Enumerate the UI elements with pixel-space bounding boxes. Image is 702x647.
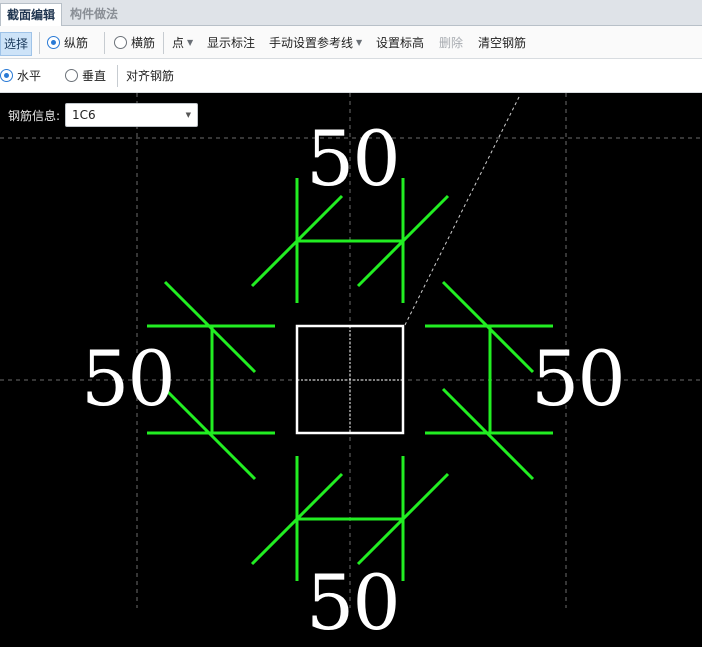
dimension-top: 50 xyxy=(306,114,401,203)
transverse-label: 横筋 xyxy=(131,36,156,50)
radio-checked-icon xyxy=(47,36,60,49)
horizontal-label: 水平 xyxy=(17,69,42,83)
radio-checked-icon xyxy=(0,69,13,82)
main-toolbar: 选择 纵筋 横筋 点 ▼ 显示标注 手动设置参考线 ▼ 设置标高 删除 清空钢筋 xyxy=(0,26,702,59)
longitudinal-label: 纵筋 xyxy=(64,36,89,50)
show-dims-button[interactable]: 显示标注 xyxy=(207,34,255,52)
radio-unchecked-icon xyxy=(65,69,78,82)
rebar-info-value: 1C6 xyxy=(72,108,96,122)
sub-toolbar: 水平 垂直 对齐钢筋 xyxy=(0,59,702,93)
tab-component-method[interactable]: 构件做法 xyxy=(64,3,124,25)
vertical-radio[interactable]: 垂直 xyxy=(65,67,106,85)
chevron-down-icon: ▼ xyxy=(187,38,194,47)
delete-button[interactable]: 删除 xyxy=(439,34,463,52)
rebar-info-label: 钢筋信息: xyxy=(8,109,61,123)
align-rebar-button[interactable]: 对齐钢筋 xyxy=(126,67,174,85)
rebar-info-select[interactable]: 1C6 ▼ xyxy=(65,103,198,127)
select-button[interactable]: 选择 xyxy=(0,32,33,56)
chevron-down-icon: ▼ xyxy=(356,38,363,47)
toolbar-separator xyxy=(163,32,164,54)
manual-ref-label: 手动设置参考线 xyxy=(269,36,354,50)
toolbar-separator xyxy=(117,65,118,87)
tab-section-edit[interactable]: 截面编辑 xyxy=(0,3,63,26)
horizontal-radio[interactable]: 水平 xyxy=(0,67,41,85)
point-dropdown[interactable]: 点 ▼ xyxy=(172,34,193,52)
toolbar-separator xyxy=(39,32,40,54)
radio-unchecked-icon xyxy=(114,36,127,49)
drawing-canvas[interactable]: 钢筋信息: 1C6 ▼ 50 50 50 50 xyxy=(0,93,702,641)
longitudinal-radio[interactable]: 纵筋 xyxy=(47,34,88,52)
manual-ref-dropdown[interactable]: 手动设置参考线 ▼ xyxy=(269,34,362,52)
point-label: 点 xyxy=(172,36,185,50)
tab-bar: 截面编辑 构件做法 xyxy=(0,0,702,26)
diagonal-reference-line xyxy=(404,94,521,326)
vertical-label: 垂直 xyxy=(82,69,107,83)
set-elevation-button[interactable]: 设置标高 xyxy=(376,34,424,52)
dimension-right: 50 xyxy=(531,334,626,423)
chevron-down-icon: ▼ xyxy=(185,111,191,119)
toolbar-separator xyxy=(104,32,105,54)
clear-rebar-button[interactable]: 清空钢筋 xyxy=(478,34,526,52)
dimension-bottom: 50 xyxy=(306,558,401,647)
dimension-left: 50 xyxy=(81,334,176,423)
transverse-radio[interactable]: 横筋 xyxy=(114,34,155,52)
